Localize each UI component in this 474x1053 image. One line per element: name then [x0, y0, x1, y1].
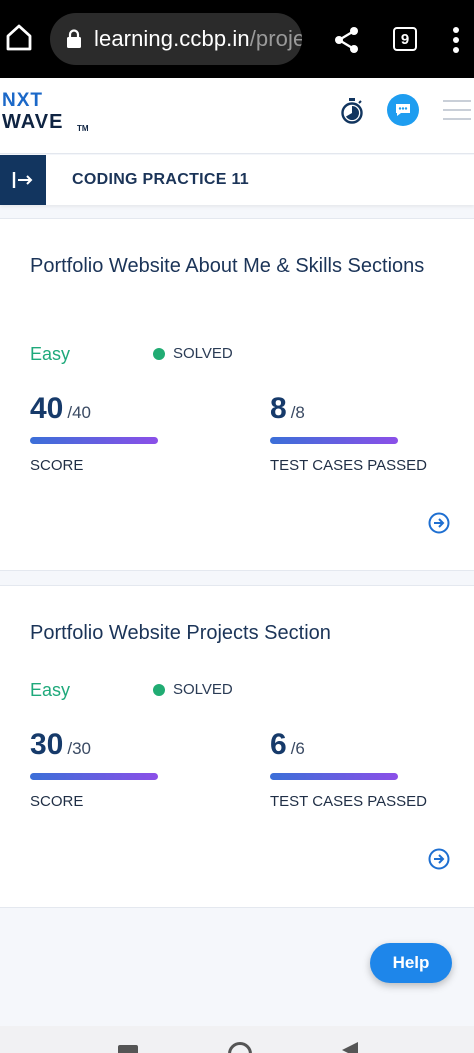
status-badge: SOLVED — [153, 345, 233, 362]
url-path: /proje — [249, 26, 302, 51]
logo-trademark: TM — [77, 124, 89, 133]
stopwatch-icon[interactable] — [340, 97, 364, 125]
back-nav-icon[interactable] — [342, 1042, 358, 1053]
arrow-right-circle-icon[interactable] — [428, 848, 450, 870]
tab-switcher-button[interactable]: 9 — [393, 27, 417, 51]
more-options-icon[interactable] — [448, 26, 464, 54]
score-progress-bar — [30, 773, 158, 780]
expand-sidebar-button[interactable] — [0, 155, 46, 205]
test-cases-label: TEST CASES PASSED — [270, 457, 427, 474]
browser-toolbar: learning.ccbp.in/proje 9 — [0, 0, 474, 78]
score-value: 40 — [30, 392, 64, 425]
score-metric: 40/40 SCORE — [30, 392, 230, 482]
home-icon[interactable] — [4, 22, 34, 52]
hamburger-menu-icon[interactable] — [443, 100, 471, 120]
status-text: SOLVED — [173, 345, 233, 362]
test-cases-progress-bar — [270, 773, 398, 780]
logo-top-text: NXT — [2, 90, 43, 111]
arrow-right-circle-icon[interactable] — [428, 512, 450, 534]
lock-icon — [67, 29, 81, 48]
score-total: /40 — [67, 403, 92, 422]
test-cases-progress-bar — [270, 437, 398, 444]
question-card[interactable]: Portfolio Website About Me & Skills Sect… — [0, 218, 474, 571]
solved-dot-icon — [153, 347, 165, 360]
status-badge: SOLVED — [153, 681, 233, 698]
solved-dot-icon — [153, 683, 165, 696]
score-metric: 30/30 SCORE — [30, 728, 230, 818]
url-domain: learning.ccbp.in — [94, 26, 250, 51]
chat-button[interactable] — [387, 94, 419, 126]
test-cases-value: 8 — [270, 392, 287, 425]
score-total: /30 — [67, 739, 92, 758]
score-progress-bar — [30, 437, 158, 444]
nxtwave-logo[interactable]: NXT WAVE TM — [2, 88, 92, 144]
difficulty-label: Easy — [30, 680, 71, 700]
practice-title: CODING PRACTICE 11 — [72, 171, 249, 188]
url-text: learning.ccbp.in/proje — [94, 26, 302, 52]
test-cases-label: TEST CASES PASSED — [270, 793, 427, 810]
status-text: SOLVED — [173, 681, 233, 698]
expand-arrow-icon — [12, 172, 33, 188]
system-navigation-bar — [0, 1026, 474, 1053]
difficulty-label: Easy — [30, 344, 71, 364]
address-bar[interactable]: learning.ccbp.in/proje — [50, 13, 302, 65]
help-button[interactable]: Help — [370, 943, 452, 983]
practice-header: CODING PRACTICE 11 — [0, 155, 474, 205]
question-title: Portfolio Website About Me & Skills Sect… — [30, 255, 425, 277]
question-title: Portfolio Website Projects Section — [30, 622, 331, 644]
app-header: NXT WAVE TM — [0, 78, 474, 154]
test-cases-value: 6 — [270, 728, 287, 761]
test-cases-metric: 6/6 TEST CASES PASSED — [270, 728, 470, 818]
recent-apps-icon[interactable] — [118, 1045, 138, 1053]
test-cases-total: /6 — [290, 739, 305, 758]
logo-bottom-text: WAVE — [2, 111, 64, 133]
score-label: SCORE — [30, 457, 84, 474]
share-icon[interactable] — [334, 26, 360, 54]
test-cases-metric: 8/8 TEST CASES PASSED — [270, 392, 470, 482]
score-label: SCORE — [30, 793, 84, 810]
score-value: 30 — [30, 728, 64, 761]
question-card[interactable]: Portfolio Website Projects Section Easy … — [0, 585, 474, 908]
home-nav-icon[interactable] — [228, 1042, 252, 1053]
test-cases-total: /8 — [290, 403, 305, 422]
chat-icon — [396, 104, 410, 116]
